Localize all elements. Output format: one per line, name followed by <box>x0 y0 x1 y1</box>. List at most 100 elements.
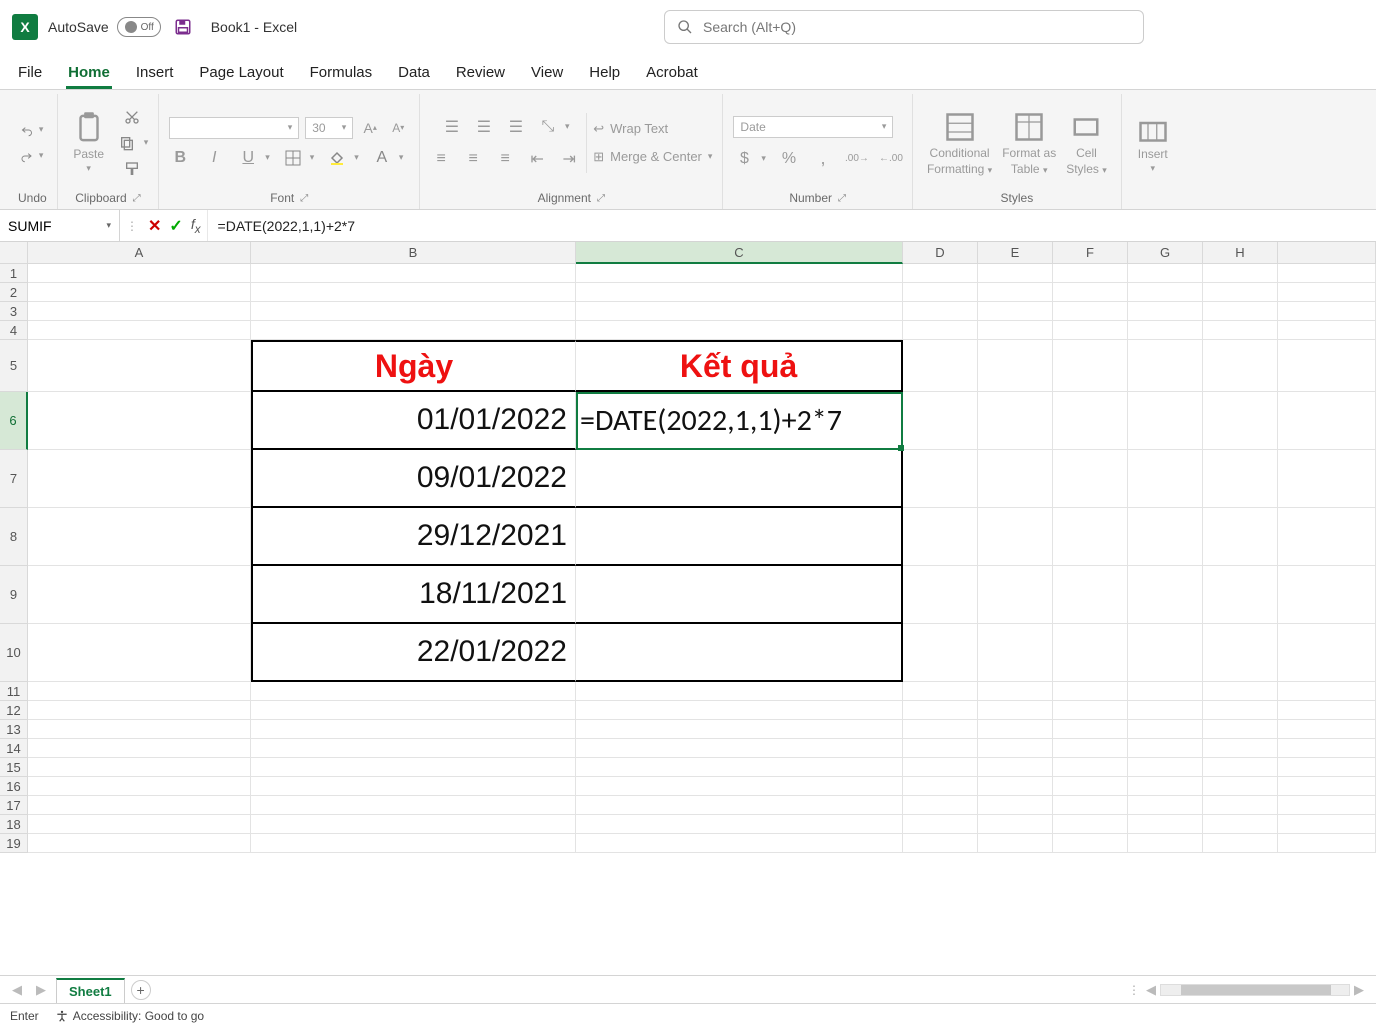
cell[interactable] <box>1053 450 1128 508</box>
col-header-c[interactable]: C <box>576 242 903 264</box>
cell[interactable] <box>903 340 978 392</box>
cell[interactable] <box>978 815 1053 834</box>
cell[interactable] <box>28 302 251 321</box>
cell[interactable] <box>1053 739 1128 758</box>
merge-center-button[interactable]: ⊞Merge & Center▾ <box>593 149 712 165</box>
cell[interactable] <box>978 796 1053 815</box>
cell[interactable] <box>903 758 978 777</box>
cell[interactable] <box>576 264 903 283</box>
cell[interactable] <box>903 392 978 450</box>
cell[interactable] <box>251 720 576 739</box>
cell-c10[interactable] <box>576 624 903 682</box>
cell[interactable] <box>576 701 903 720</box>
row-header[interactable]: 11 <box>0 682 28 701</box>
fill-color-button[interactable] <box>326 147 348 169</box>
cell[interactable] <box>1278 777 1376 796</box>
cell[interactable] <box>1128 264 1203 283</box>
tab-file[interactable]: File <box>16 58 44 89</box>
cell[interactable] <box>28 682 251 701</box>
cell[interactable] <box>1203 566 1278 624</box>
tab-view[interactable]: View <box>529 58 565 89</box>
cell[interactable] <box>251 321 576 340</box>
cell-b8[interactable]: 29/12/2021 <box>251 508 576 566</box>
scrollbar-track[interactable] <box>1160 984 1350 996</box>
cell[interactable] <box>1128 834 1203 853</box>
row-header[interactable]: 5 <box>0 340 28 392</box>
cell[interactable] <box>1128 302 1203 321</box>
cell[interactable] <box>978 834 1053 853</box>
cell[interactable] <box>1278 264 1376 283</box>
cell[interactable] <box>1203 624 1278 682</box>
cell[interactable] <box>1203 815 1278 834</box>
scrollbar-thumb[interactable] <box>1181 985 1331 995</box>
sheet-nav-prev[interactable]: ◀ <box>8 982 26 998</box>
cell[interactable] <box>1203 682 1278 701</box>
cell[interactable] <box>903 701 978 720</box>
cell[interactable] <box>1278 834 1376 853</box>
cell[interactable] <box>1278 302 1376 321</box>
cell[interactable] <box>1128 701 1203 720</box>
cell[interactable] <box>251 264 576 283</box>
cancel-formula-button[interactable]: ✕ <box>148 216 161 236</box>
cell[interactable] <box>1128 321 1203 340</box>
cell[interactable] <box>978 624 1053 682</box>
cell[interactable] <box>978 508 1053 566</box>
cell[interactable] <box>1203 321 1278 340</box>
cell[interactable] <box>1278 283 1376 302</box>
cell[interactable] <box>576 321 903 340</box>
align-center-button[interactable]: ≡ <box>462 148 484 170</box>
name-box[interactable]: SUMIF▾ <box>0 210 120 241</box>
cell[interactable] <box>1278 340 1376 392</box>
formula-input[interactable]: =DATE(2022,1,1)+2*7 <box>208 210 1376 241</box>
cell[interactable] <box>1053 340 1128 392</box>
cell[interactable] <box>28 815 251 834</box>
cell[interactable] <box>1128 508 1203 566</box>
add-sheet-button[interactable]: + <box>131 980 151 1000</box>
cell[interactable] <box>1128 392 1203 450</box>
cell[interactable] <box>903 682 978 701</box>
cell[interactable] <box>903 624 978 682</box>
enter-formula-button[interactable]: ✓ <box>169 216 182 236</box>
cell[interactable] <box>28 739 251 758</box>
cell[interactable] <box>28 701 251 720</box>
cell[interactable] <box>576 720 903 739</box>
cell-c9[interactable] <box>576 566 903 624</box>
cell[interactable] <box>1053 624 1128 682</box>
cell[interactable] <box>1128 739 1203 758</box>
cell[interactable] <box>576 834 903 853</box>
cell[interactable] <box>28 777 251 796</box>
row-header[interactable]: 1 <box>0 264 28 283</box>
decrease-decimal-button[interactable]: ←.00 <box>880 148 902 170</box>
cell[interactable] <box>251 815 576 834</box>
cell[interactable] <box>1278 450 1376 508</box>
cell[interactable] <box>576 815 903 834</box>
row-header[interactable]: 14 <box>0 739 28 758</box>
horizontal-scrollbar[interactable]: ⋮ ◀ ▶ <box>1128 983 1368 997</box>
format-painter-button[interactable] <box>121 158 143 180</box>
row-header[interactable]: 4 <box>0 321 28 340</box>
cell[interactable] <box>1128 796 1203 815</box>
cell[interactable] <box>1203 392 1278 450</box>
cell[interactable] <box>576 283 903 302</box>
number-format-select[interactable]: Date▾ <box>733 116 893 138</box>
copy-button[interactable] <box>116 132 138 154</box>
cell[interactable] <box>978 739 1053 758</box>
cell[interactable] <box>28 392 251 450</box>
insert-cells-button[interactable]: Insert ▾ <box>1132 111 1174 174</box>
tab-formulas[interactable]: Formulas <box>308 58 375 89</box>
cell[interactable] <box>251 758 576 777</box>
cell[interactable] <box>1203 777 1278 796</box>
italic-button[interactable]: I <box>203 147 225 169</box>
cell[interactable] <box>1128 682 1203 701</box>
row-header[interactable]: 19 <box>0 834 28 853</box>
cell[interactable] <box>28 340 251 392</box>
cell-c7[interactable] <box>576 450 903 508</box>
cell[interactable] <box>251 777 576 796</box>
cell[interactable] <box>978 283 1053 302</box>
col-header-g[interactable]: G <box>1128 242 1203 264</box>
cell[interactable] <box>903 283 978 302</box>
cell[interactable] <box>978 566 1053 624</box>
cell[interactable] <box>1128 283 1203 302</box>
cell-b7[interactable]: 09/01/2022 <box>251 450 576 508</box>
cell[interactable] <box>978 777 1053 796</box>
